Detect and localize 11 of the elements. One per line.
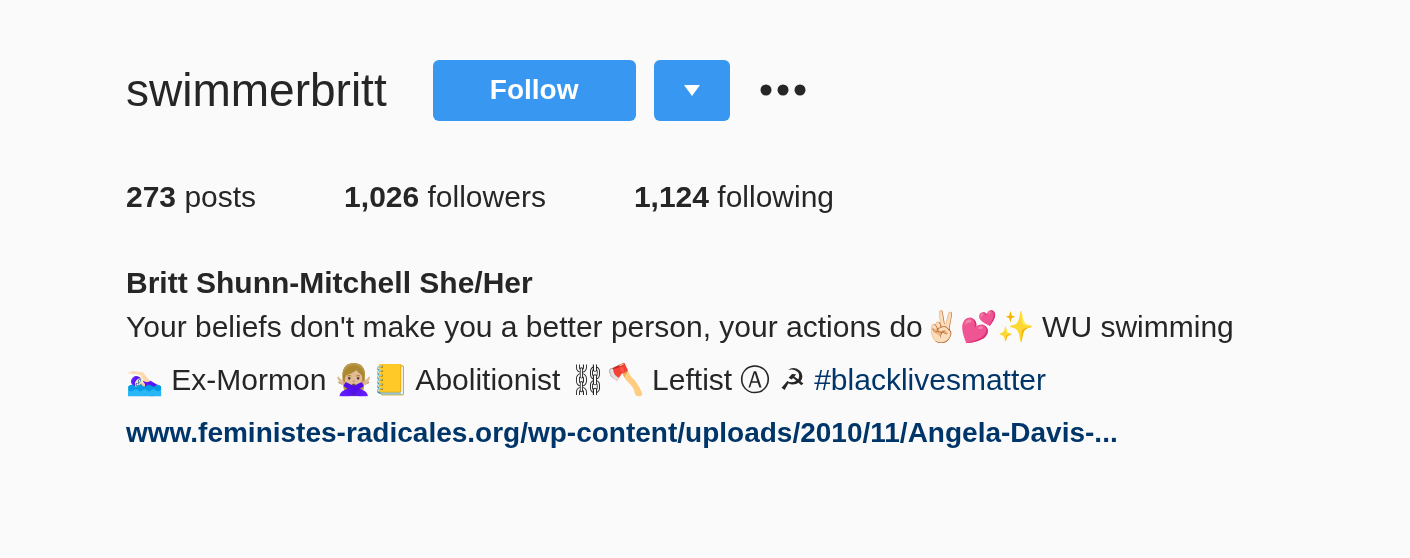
stat-link[interactable]: 1,124 following <box>633 180 835 214</box>
website-link[interactable]: www.feministes-radicales.org/wp-content/uploads/2010/11/Angela-Davis-... <box>126 406 1410 459</box>
more-options-icon[interactable] <box>759 84 806 96</box>
stat-link[interactable]: 1,026 followers <box>344 180 546 214</box>
username: swimmerbritt <box>126 63 387 118</box>
caret-icon <box>683 84 700 96</box>
full-name: Britt Shunn-Mitchell She/Her <box>126 266 534 300</box>
stat-link[interactable]: 273 posts <box>126 180 257 214</box>
hashtag-link[interactable]: #blacklivesmatter <box>814 363 1046 396</box>
dropdown-button[interactable] <box>653 59 730 121</box>
bio-text: Your beliefs don't make you a better person, your actions do✌🏻💕✨ WU swimming 🏊🏻‍♀ Ex-Mormon 🙅🏼‍♀📒 Abolitionist ⛓🪓 Leftist Ⓐ ☭ #blacklivesmatter <box>126 309 1235 399</box>
